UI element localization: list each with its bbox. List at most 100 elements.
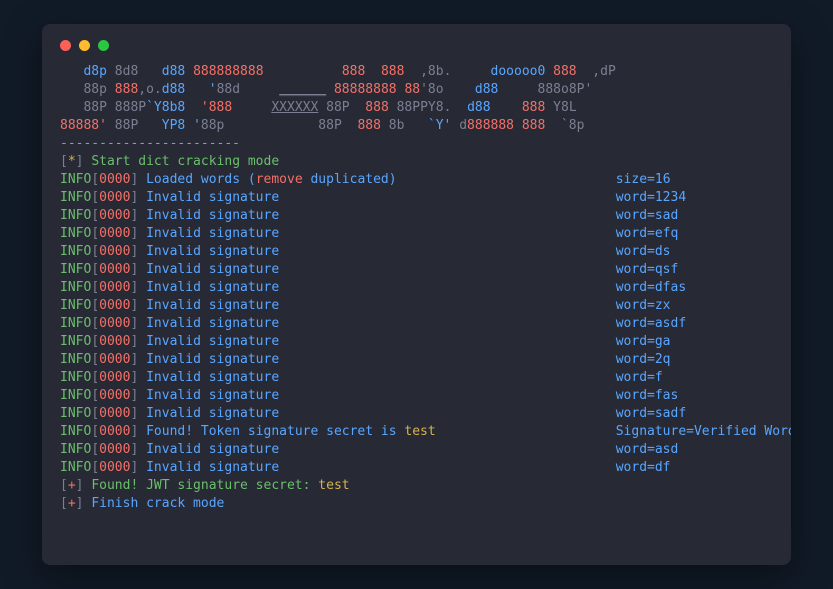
banner-text: ,8b.	[404, 64, 490, 79]
log-level: INFO	[60, 406, 91, 421]
plus-icon: +	[68, 496, 76, 511]
log-message: Invalid signature	[146, 190, 279, 205]
banner-text: d88	[162, 82, 185, 97]
banner-text: 88888888	[334, 82, 397, 97]
log-kv: word=fas	[616, 388, 679, 403]
log-level: INFO	[60, 334, 91, 349]
log-code: 0000	[99, 370, 130, 385]
log-code: 0000	[99, 262, 130, 277]
banner-text	[232, 100, 271, 115]
log-kv: word=1234	[616, 190, 686, 205]
banner-text: 888	[553, 64, 576, 79]
close-icon[interactable]	[60, 40, 71, 51]
log-message: Invalid signature	[146, 262, 279, 277]
zoom-icon[interactable]	[98, 40, 109, 51]
banner-text	[577, 64, 593, 79]
start-message: Start dict cracking mode	[91, 154, 279, 169]
log-code: 0000	[99, 190, 130, 205]
banner-text: d8p	[83, 64, 106, 79]
log-message: Invalid signature	[146, 388, 279, 403]
log-code: 0000	[99, 388, 130, 403]
log-code: 0000	[99, 334, 130, 349]
log-level: INFO	[60, 280, 91, 295]
terminal-content: d8p 8d8 d88 888888888 888 888 ,8b. doooo…	[42, 63, 791, 513]
banner-text: '	[185, 82, 216, 97]
log-code: 0000	[99, 460, 130, 475]
log-message: duplicated)	[303, 172, 397, 187]
banner-text: 8d8	[107, 64, 162, 79]
log-message: Invalid signature	[146, 208, 279, 223]
banner-text: 88P	[318, 100, 365, 115]
banner-text: 88P	[107, 118, 162, 133]
log-code: 0000	[99, 280, 130, 295]
bracket: ]	[76, 496, 84, 511]
found-secret: test	[404, 424, 435, 439]
banner-text: d	[451, 118, 467, 133]
log-kv: word=sadf	[616, 406, 686, 421]
banner-text	[264, 64, 342, 79]
log-level: INFO	[60, 208, 91, 223]
banner-text: 88p 88P	[201, 118, 358, 133]
log-kv: word=df	[616, 460, 671, 475]
bracket: ]	[76, 154, 84, 169]
log-message: Invalid signature	[146, 316, 279, 331]
log-message: Invalid signature	[146, 226, 279, 241]
banner-text: 888	[365, 100, 388, 115]
log-level: INFO	[60, 316, 91, 331]
log-level: INFO	[60, 226, 91, 241]
finish-message: Finish crack mode	[91, 496, 224, 511]
log-message: Invalid signature	[146, 334, 279, 349]
banner-text: 888	[115, 82, 138, 97]
window-titlebar	[42, 40, 791, 63]
banner-text: 888	[342, 64, 365, 79]
banner-text: d88	[162, 64, 185, 79]
log-message: Loaded words (	[146, 172, 256, 187]
log-kv: word=asdf	[616, 316, 686, 331]
log-highlight: remove	[256, 172, 303, 187]
log-kv: word=ds	[616, 244, 671, 259]
banner-text: XXXXXX	[271, 100, 318, 115]
log-code: 0000	[99, 244, 130, 259]
log-code: 0000	[99, 208, 130, 223]
banner-text: 888	[522, 100, 545, 115]
log-level: INFO	[60, 442, 91, 457]
log-message: Invalid signature	[146, 244, 279, 259]
log-kv: word=sad	[616, 208, 679, 223]
banner-text: 888	[522, 118, 545, 133]
log-code: 0000	[99, 352, 130, 367]
banner-text: dooooo0	[491, 64, 546, 79]
banner-text: 8b	[381, 118, 428, 133]
log-kv: word=asd	[616, 442, 679, 457]
terminal-window: d8p 8d8 d88 888888888 888 888 ,8b. doooo…	[42, 24, 791, 565]
banner-text: Y8L	[545, 100, 576, 115]
banner-text	[185, 64, 193, 79]
banner-text: d88	[467, 100, 490, 115]
banner-text: 888888	[467, 118, 514, 133]
bracket: [	[60, 478, 68, 493]
banner-text	[185, 100, 201, 115]
banner-text	[545, 64, 553, 79]
log-code: 0000	[99, 172, 130, 187]
log-kv: word=ga	[616, 334, 671, 349]
log-message: Invalid signature	[146, 442, 279, 457]
log-message: Invalid signature	[146, 370, 279, 385]
minimize-icon[interactable]	[79, 40, 90, 51]
log-level: INFO	[60, 388, 91, 403]
banner-text: 888	[381, 64, 404, 79]
banner-text: '888	[201, 100, 232, 115]
log-kv: word=2q	[616, 352, 671, 367]
banner-text: '	[185, 118, 201, 133]
log-code: 0000	[99, 298, 130, 313]
log-level: INFO	[60, 190, 91, 205]
banner-text: 88d	[217, 82, 280, 97]
banner-text: 888o8P'	[498, 82, 592, 97]
log-level: INFO	[60, 352, 91, 367]
log-message: Invalid signature	[146, 352, 279, 367]
result-secret: test	[318, 478, 349, 493]
log-level: INFO	[60, 424, 91, 439]
log-message: Found! Token signature secret is	[146, 424, 404, 439]
log-kv: word=f	[616, 370, 663, 385]
log-message: Invalid signature	[146, 298, 279, 313]
log-message: Invalid signature	[146, 406, 279, 421]
banner-text: d88	[475, 82, 498, 97]
